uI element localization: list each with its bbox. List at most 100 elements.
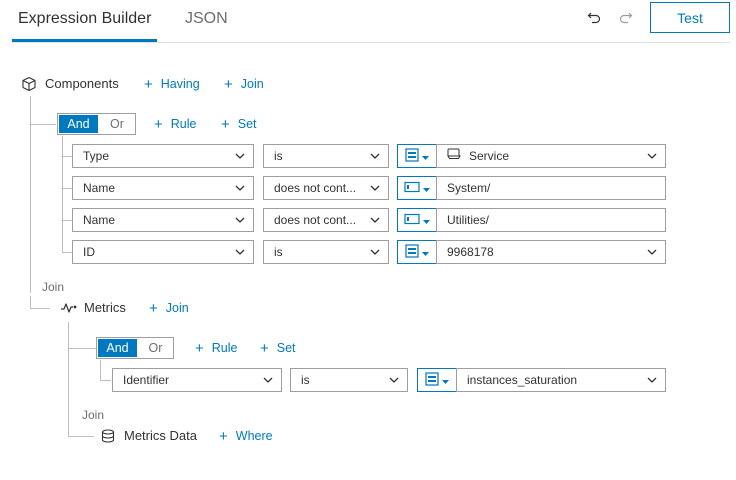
rule-value-select[interactable]: Service <box>436 144 666 168</box>
rule-value-text: instances_saturation <box>467 373 578 387</box>
plus-icon: + <box>219 428 228 445</box>
rule-field-select[interactable]: Name <box>72 176 254 200</box>
or-option[interactable]: Or <box>138 338 173 358</box>
add-set-link[interactable]: + Set <box>260 340 296 357</box>
value-type-button[interactable] <box>397 240 437 264</box>
tree-line <box>100 380 111 381</box>
add-rule-link[interactable]: + Rule <box>154 116 196 133</box>
chevron-down-icon <box>647 241 657 263</box>
chevron-down-icon <box>235 209 245 231</box>
rule-field-value: ID <box>83 245 95 259</box>
test-button[interactable]: Test <box>650 2 730 33</box>
metrics-icon <box>60 301 78 318</box>
tree-line <box>30 296 31 309</box>
and-or-toggle[interactable]: And Or <box>96 337 174 359</box>
caret-down-icon <box>422 149 429 163</box>
rule-operator-select[interactable]: is <box>263 144 389 168</box>
tree-line <box>68 322 69 436</box>
tree-line <box>68 348 96 349</box>
rule-operator-value: is <box>274 149 283 163</box>
plus-icon: + <box>154 116 163 133</box>
chevron-down-icon <box>647 369 657 391</box>
rule-field-value: Name <box>83 213 116 227</box>
undo-icon[interactable] <box>586 10 602 26</box>
and-option[interactable]: And <box>97 338 138 358</box>
or-option[interactable]: Or <box>99 114 135 134</box>
rule-field-value: Type <box>83 149 110 163</box>
rule-value-select[interactable]: 9968178 <box>436 240 666 264</box>
list-icon <box>405 147 419 165</box>
rule-field-value: Name <box>83 181 116 195</box>
rule-value-input[interactable]: Utilities/ <box>436 208 666 232</box>
add-rule-link[interactable]: + Rule <box>195 340 238 357</box>
rule-value-text: System/ <box>447 181 491 195</box>
components-label: Components <box>45 76 119 91</box>
tree-line <box>62 136 63 252</box>
rule-value-input[interactable]: System/ <box>436 176 666 200</box>
chevron-down-icon <box>647 145 657 167</box>
list-icon <box>425 371 439 389</box>
text-field-icon <box>404 213 420 228</box>
plus-icon: + <box>149 300 158 317</box>
database-icon <box>101 429 115 446</box>
rule-value-text: Service <box>469 149 510 163</box>
chevron-down-icon <box>389 369 399 391</box>
plus-icon: + <box>224 76 233 93</box>
join-link[interactable]: + Join <box>149 300 189 317</box>
having-link[interactable]: + Having <box>144 76 200 93</box>
set-label: Set <box>276 341 296 355</box>
cube-icon <box>21 76 37 95</box>
tree-line <box>62 220 72 221</box>
rule-field-select[interactable]: Type <box>72 144 254 168</box>
rule-operator-select[interactable]: is <box>290 368 408 392</box>
value-type-button[interactable] <box>397 176 437 200</box>
rule-operator-value: does not cont... <box>274 181 357 195</box>
plus-icon: + <box>195 340 204 357</box>
join-caption: Join <box>82 408 105 422</box>
value-type-button[interactable] <box>397 208 437 232</box>
rule-value-select[interactable]: instances_saturation <box>456 368 666 392</box>
plus-icon: + <box>260 340 269 357</box>
header-divider <box>12 42 730 43</box>
rule-operator-value: is <box>274 245 283 259</box>
and-option[interactable]: And <box>58 114 99 134</box>
join-caption: Join <box>42 280 65 294</box>
caret-down-icon <box>422 245 429 259</box>
where-label: Where <box>235 429 273 443</box>
rule-field-value: Identifier <box>123 373 170 387</box>
join-link[interactable]: + Join <box>224 76 264 93</box>
add-set-link[interactable]: + Set <box>221 116 257 133</box>
rule-field-select[interactable]: ID <box>72 240 254 264</box>
rule-label: Rule <box>211 341 238 355</box>
service-icon <box>447 145 461 167</box>
value-type-button[interactable] <box>417 368 457 392</box>
chevron-down-icon <box>235 145 245 167</box>
text-field-icon <box>404 181 420 196</box>
where-link[interactable]: + Where <box>219 428 273 445</box>
metrics-data-label: Metrics Data <box>124 428 197 443</box>
rule-operator-select[interactable]: does not cont... <box>263 208 389 232</box>
caret-down-icon <box>423 181 430 195</box>
rule-value-text: Utilities/ <box>447 213 490 227</box>
tab-json[interactable]: JSON <box>185 0 228 42</box>
chevron-down-icon <box>370 177 380 199</box>
caret-down-icon <box>423 213 430 227</box>
rule-operator-select[interactable]: is <box>263 240 389 264</box>
and-or-toggle[interactable]: And Or <box>57 113 136 135</box>
rule-operator-value: does not cont... <box>274 213 357 227</box>
rule-operator-select[interactable]: does not cont... <box>263 176 389 200</box>
having-label: Having <box>160 77 200 91</box>
tree-line <box>68 436 94 437</box>
rule-field-select[interactable]: Name <box>72 208 254 232</box>
join-label: Join <box>165 301 189 315</box>
chevron-down-icon <box>263 369 273 391</box>
tree-line <box>100 360 101 380</box>
chevron-down-icon <box>370 145 380 167</box>
tree-line <box>30 96 31 293</box>
redo-icon[interactable] <box>618 10 634 26</box>
value-type-button[interactable] <box>397 144 437 168</box>
tree-line <box>30 308 50 309</box>
tree-line <box>62 188 72 189</box>
rule-field-select[interactable]: Identifier <box>112 368 282 392</box>
tab-expression-builder[interactable]: Expression Builder <box>18 0 151 42</box>
